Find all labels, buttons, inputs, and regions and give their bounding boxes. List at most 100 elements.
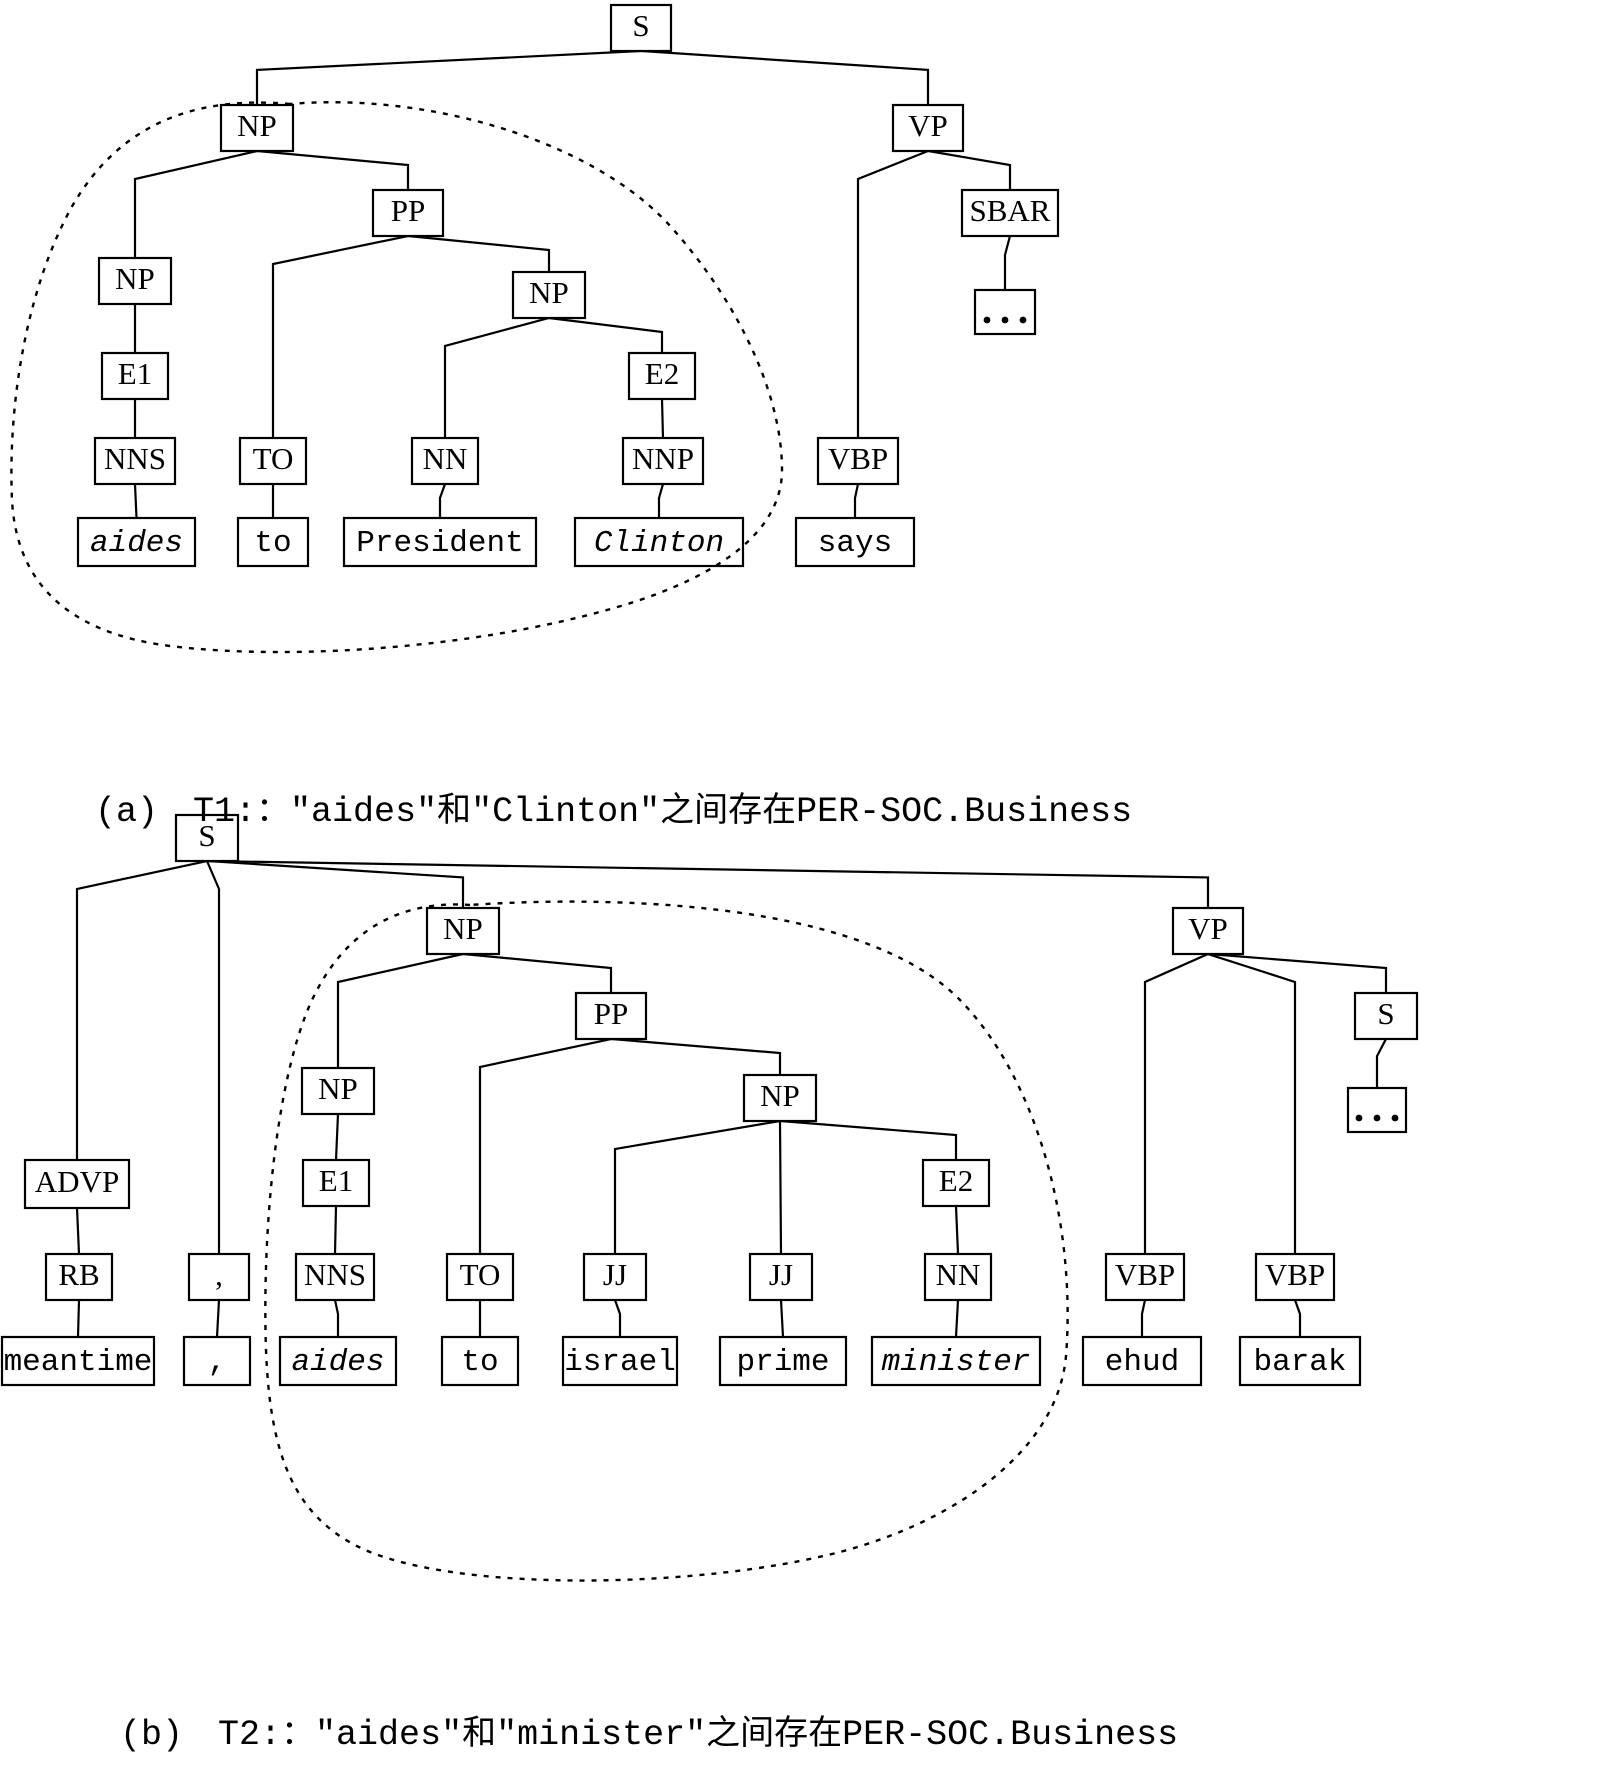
caption-a-relation: PER-SOC.Business <box>796 792 1133 832</box>
edge-NP-obj-to-JJ-2 <box>778 1119 783 1256</box>
caption-b-cjk-1: 和 <box>462 1713 497 1753</box>
node-label: VBP <box>828 441 888 476</box>
node-label: says <box>818 526 892 561</box>
tree-node-a-SBAR-dots <box>973 288 1037 336</box>
edge-NP-obj-to-E2 <box>778 1119 958 1162</box>
tree-node-b-ADVP: ADVP <box>23 1158 131 1210</box>
tree-node-a-NP-right: NP <box>511 270 587 320</box>
node-box <box>1346 1086 1408 1134</box>
caption-b-prefix: (b) <box>120 1715 184 1755</box>
edge-S-to-NP <box>255 49 643 107</box>
node-label: NP <box>443 911 483 946</box>
tree-node-b-NP-inner: NP <box>300 1066 376 1116</box>
edge-PP-to-TO <box>478 1037 613 1256</box>
edge-NP-right-to-E2 <box>547 316 664 355</box>
edge-VP-to-VBP-1 <box>1143 952 1210 1256</box>
tree-node-b-NNS: NNS <box>294 1252 376 1302</box>
tree-node-b-TO: TO <box>445 1252 515 1302</box>
edge-NNP-to-Clinton <box>657 482 665 520</box>
leaf-node-a-President: President <box>342 516 538 568</box>
edge-NP-right-to-NN <box>443 316 551 440</box>
tree-node-a-NNP: NNP <box>621 436 705 486</box>
caption-a-prefix: (a) <box>95 792 159 832</box>
tree-panel-a: S NP VP PP SBAR NP NP E1 E2 NNS TO NN NNP VBP aides to P… <box>76 3 1060 568</box>
edge-S-right-to-S-dots <box>1375 1037 1388 1090</box>
tree-node-a-NN: NN <box>410 436 480 486</box>
tree-node-b-VP: VP <box>1171 906 1245 956</box>
leaf-node-b-aides: aides <box>278 1335 398 1387</box>
leaf-node-b-to: to <box>440 1335 520 1387</box>
node-label: israel <box>564 1345 676 1380</box>
node-label: NN <box>936 1257 981 1292</box>
node-label: minister <box>882 1345 1031 1380</box>
node-label: NNS <box>304 1257 366 1292</box>
caption-a-cjk-1: 和 <box>437 790 472 830</box>
node-label: aides <box>90 526 183 561</box>
edge-E2-to-NN <box>954 1204 960 1256</box>
tree-node-a-E1: E1 <box>100 351 170 401</box>
tree-node-b-RB: RB <box>44 1252 114 1302</box>
edge-VP-to-SBAR <box>926 149 1012 192</box>
node-label: prime <box>736 1345 829 1380</box>
caption-a-quoted-2: "Clinton" <box>471 792 661 832</box>
node-label: E2 <box>939 1163 973 1198</box>
tree-node-b-S-dots <box>1346 1086 1408 1134</box>
leaf-node-a-aides: aides <box>76 516 197 568</box>
node-label: to <box>461 1345 498 1380</box>
edge-NN-to-minister <box>954 1298 960 1339</box>
tree-panel-b: SNP VPPP SNP NPADVP E1 E2RB, NNS TO JJ JJ NN VBP VBP… <box>0 813 1419 1387</box>
node-label: to <box>254 526 291 561</box>
edge-NP-to-NP-left <box>133 149 259 260</box>
ellipsis-dot-0 <box>983 316 991 324</box>
node-label: NP <box>115 261 155 296</box>
tree-node-a-SBAR: SBAR <box>960 188 1060 238</box>
edge-E1-to-NNS <box>333 1204 338 1256</box>
relation-region-t2 <box>264 900 1069 1582</box>
ellipsis-dot-1 <box>1001 316 1009 324</box>
edge-S-to-VP <box>639 49 930 107</box>
caption-b-quoted-2: "minister" <box>496 1715 707 1755</box>
tree-node-a-NP: NP <box>219 103 295 153</box>
tree-node-b-PP: PP <box>574 991 648 1041</box>
leaf-node-b-barak: barak <box>1238 1335 1362 1387</box>
leaf-node-b-prime: prime <box>718 1335 848 1387</box>
caption-b-colon: ： <box>281 1713 316 1753</box>
node-label: NP <box>529 275 569 310</box>
edge-S-to-VP <box>205 859 1210 910</box>
leaf-node-b-israel: israel <box>561 1335 679 1387</box>
tree-node-b-NN: NN <box>923 1252 993 1302</box>
tree-node-a-NP-left: NP <box>97 256 173 306</box>
node-label: E1 <box>319 1163 353 1198</box>
tree-node-b-COMMA-tag: , <box>187 1252 251 1302</box>
node-label: NP <box>237 108 277 143</box>
node-label: JJ <box>769 1257 793 1292</box>
tree-node-a-VBP: VBP <box>816 436 900 486</box>
node-label: ADVP <box>35 1164 119 1199</box>
caption-b-relation: PER-SOC.Business <box>842 1715 1179 1755</box>
node-label: President <box>356 526 523 561</box>
node-label: , <box>215 1257 223 1292</box>
node-label: E1 <box>118 356 152 391</box>
edge-S-to-ADVP <box>75 859 209 1162</box>
figure-page: S NP VP PP SBAR NP NP E1 E2 NNS TO NN NNP VBP aides to P… <box>0 0 1598 1767</box>
edge-VBP-2-to-barak <box>1293 1298 1302 1339</box>
node-label: S <box>1377 996 1394 1031</box>
node-label: TO <box>253 441 294 476</box>
tree-node-a-VP: VP <box>891 103 965 153</box>
ellipsis-dot-2 <box>1391 1114 1399 1122</box>
ellipsis-dot-0 <box>1355 1114 1363 1122</box>
ellipsis-dot-1 <box>1373 1114 1381 1122</box>
parse-tree-figure: S NP VP PP SBAR NP NP E1 E2 NNS TO NN NNP VBP aides to P… <box>0 3 1419 1582</box>
tree-node-a-PP: PP <box>371 188 445 238</box>
edge-VP-to-VBP-2 <box>1206 952 1297 1256</box>
caption-a-cjk-2: 之间存在 <box>660 790 797 830</box>
caption-b-quoted-1: "aides" <box>315 1715 463 1755</box>
node-label: ehud <box>1105 1345 1179 1380</box>
node-label: RB <box>58 1257 99 1292</box>
tree-node-a-TO: TO <box>238 436 308 486</box>
caption-a-label: T1: <box>193 792 257 832</box>
edge-VP-to-VBP <box>856 149 930 440</box>
edge-S-to-NP <box>205 859 465 910</box>
edge-PP-to-NP-obj <box>609 1037 782 1077</box>
edge-VP-to-S-right <box>1206 952 1388 995</box>
